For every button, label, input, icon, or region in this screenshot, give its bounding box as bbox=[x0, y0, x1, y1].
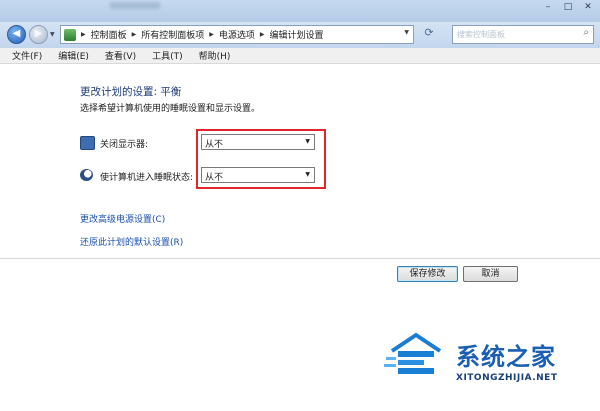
blurred-title bbox=[110, 2, 160, 9]
breadcrumb-separator-icon[interactable]: ▶ bbox=[132, 31, 137, 38]
page-title: 更改计划的设置: 平衡 bbox=[80, 86, 182, 98]
menu-file[interactable]: 文件(F) bbox=[12, 49, 42, 62]
breadcrumb-power-options[interactable]: 电源选项 bbox=[219, 28, 255, 41]
close-button[interactable]: ✕ bbox=[582, 2, 594, 12]
search-icon[interactable]: ⌕ bbox=[583, 27, 589, 38]
history-dropdown-icon[interactable]: ▼ bbox=[50, 31, 55, 38]
monitor-icon bbox=[80, 136, 95, 150]
refresh-icon[interactable]: ⟳ bbox=[416, 26, 442, 43]
breadcrumb-control-panel[interactable]: 控制面板 bbox=[91, 28, 127, 41]
menu-bar: 文件(F) 编辑(E) 查看(V) 工具(T) 帮助(H) bbox=[0, 48, 600, 64]
restore-defaults-link[interactable]: 还原此计划的默认设置(R) bbox=[80, 235, 183, 248]
address-row: ◀ ▶ ▼ ▶ 控制面板 ▶ 所有控制面板项 ▶ 电源选项 ▶ 编辑计划设置 ▼… bbox=[0, 22, 600, 48]
highlight-box bbox=[196, 129, 326, 189]
breadcrumb-separator-icon[interactable]: ▶ bbox=[260, 31, 265, 38]
window-controls: – □ ✕ bbox=[542, 2, 594, 12]
search-placeholder: 搜索控制面板 bbox=[457, 30, 505, 39]
menu-tools[interactable]: 工具(T) bbox=[152, 49, 183, 62]
advanced-settings-link[interactable]: 更改高级电源设置(C) bbox=[80, 212, 165, 225]
breadcrumb: ▶ 控制面板 ▶ 所有控制面板项 ▶ 电源选项 ▶ 编辑计划设置 bbox=[76, 28, 324, 41]
watermark-logo-icon bbox=[384, 332, 442, 374]
watermark: 系统之家 XITONGZHIJIA.NET bbox=[382, 329, 587, 403]
menu-edit[interactable]: 编辑(E) bbox=[58, 49, 89, 62]
control-panel-icon bbox=[64, 28, 76, 41]
maximize-button[interactable]: □ bbox=[562, 2, 574, 12]
address-bar[interactable]: ▶ 控制面板 ▶ 所有控制面板项 ▶ 电源选项 ▶ 编辑计划设置 ▼ bbox=[60, 25, 414, 44]
search-input[interactable]: 搜索控制面板 ⌕ bbox=[452, 25, 594, 44]
save-button[interactable]: 保存修改 bbox=[397, 266, 458, 282]
minimize-button[interactable]: – bbox=[542, 2, 554, 12]
watermark-en-text: XITONGZHIJIA.NET bbox=[456, 373, 558, 383]
address-dropdown-icon[interactable]: ▼ bbox=[404, 29, 409, 36]
divider bbox=[0, 258, 600, 259]
cancel-button[interactable]: 取消 bbox=[463, 266, 518, 282]
breadcrumb-all-items[interactable]: 所有控制面板项 bbox=[141, 28, 204, 41]
page-subtitle: 选择希望计算机使用的睡眠设置和显示设置。 bbox=[80, 104, 261, 114]
setting-label-display: 关闭显示器: bbox=[100, 140, 149, 150]
breadcrumb-separator-icon[interactable]: ▶ bbox=[81, 31, 86, 38]
title-bar: – □ ✕ bbox=[0, 0, 600, 22]
menu-help[interactable]: 帮助(H) bbox=[199, 49, 231, 62]
moon-icon bbox=[80, 169, 93, 181]
back-button[interactable]: ◀ bbox=[7, 25, 26, 44]
breadcrumb-separator-icon[interactable]: ▶ bbox=[209, 31, 214, 38]
forward-button[interactable]: ▶ bbox=[29, 25, 48, 44]
breadcrumb-edit-plan[interactable]: 编辑计划设置 bbox=[270, 28, 324, 41]
watermark-cn-text: 系统之家 bbox=[456, 342, 556, 371]
setting-label-sleep: 使计算机进入睡眠状态: bbox=[100, 173, 194, 183]
menu-view[interactable]: 查看(V) bbox=[105, 49, 136, 62]
